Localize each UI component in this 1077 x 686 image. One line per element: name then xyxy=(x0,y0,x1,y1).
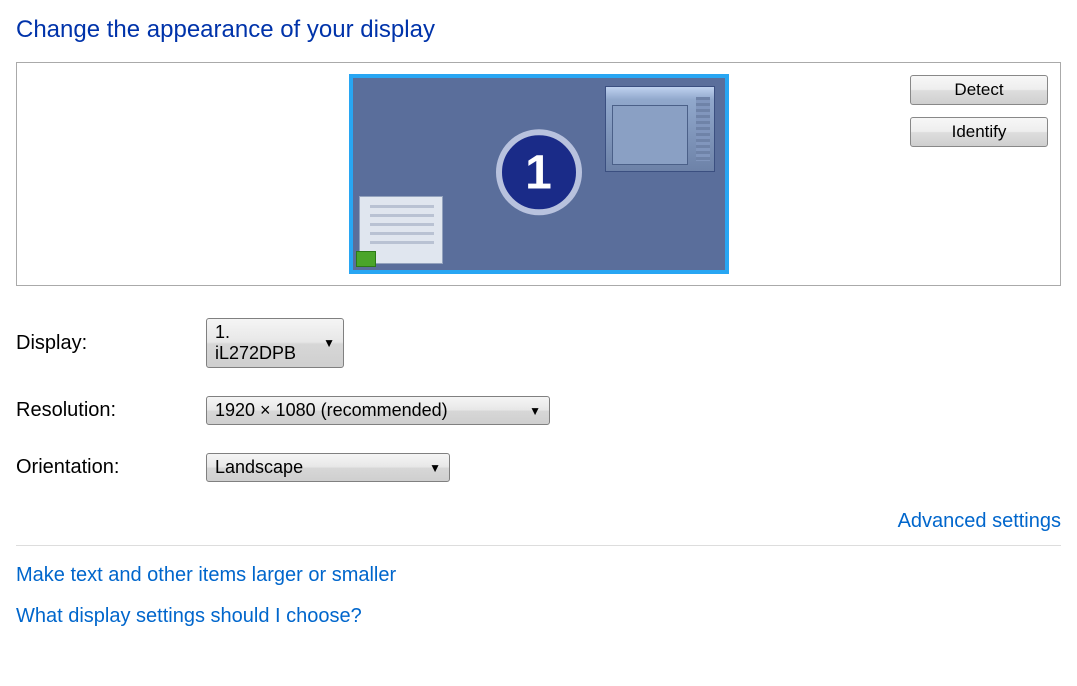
page-title: Change the appearance of your display xyxy=(16,16,1061,44)
chevron-down-icon: ▼ xyxy=(323,336,335,350)
resolution-select-value: 1920 × 1080 (recommended) xyxy=(215,400,448,421)
help-link[interactable]: What display settings should I choose? xyxy=(16,605,1061,628)
display-select-value: 1. iL272DPB xyxy=(215,322,311,364)
advanced-settings-link[interactable]: Advanced settings xyxy=(898,510,1061,532)
orientation-select[interactable]: Landscape ▼ xyxy=(206,453,450,482)
detect-button[interactable]: Detect xyxy=(910,75,1048,105)
orientation-label: Orientation: xyxy=(16,456,206,479)
chevron-down-icon: ▼ xyxy=(429,461,441,475)
orientation-select-value: Landscape xyxy=(215,457,303,478)
start-menu-icon xyxy=(359,196,443,264)
text-size-link[interactable]: Make text and other items larger or smal… xyxy=(16,564,1061,587)
monitor-thumbnail[interactable]: 1 xyxy=(349,74,729,274)
display-label: Display: xyxy=(16,332,206,355)
chevron-down-icon: ▼ xyxy=(529,404,541,418)
monitor-preview-panel: 1 Detect Identify xyxy=(16,62,1061,286)
identify-button[interactable]: Identify xyxy=(910,117,1048,147)
divider xyxy=(16,545,1061,546)
resolution-label: Resolution: xyxy=(16,399,206,422)
window-icon xyxy=(605,86,715,172)
monitor-number-badge: 1 xyxy=(496,129,582,215)
display-select[interactable]: 1. iL272DPB ▼ xyxy=(206,318,344,368)
resolution-select[interactable]: 1920 × 1080 (recommended) ▼ xyxy=(206,396,550,425)
